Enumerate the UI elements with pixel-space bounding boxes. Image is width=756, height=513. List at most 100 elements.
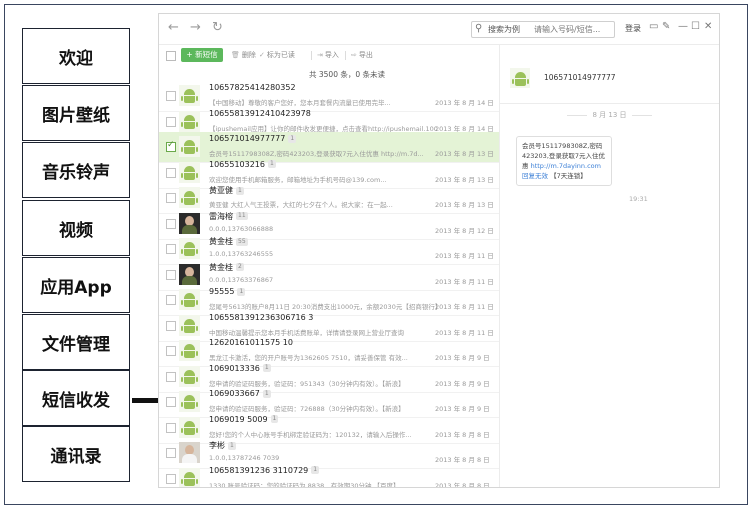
minimize-icon[interactable]: — [678, 21, 688, 32]
message-count-badge: 1 [270, 415, 279, 423]
row-checkbox[interactable] [166, 218, 176, 229]
sender-name: 10657825414280352 [209, 83, 296, 92]
message-suffix: 【7天连锁】 [550, 172, 587, 180]
conversation-number: 106571014977777 [544, 73, 616, 82]
export-icon: ⇨ [351, 51, 357, 59]
settings-icon[interactable]: ✎ [662, 21, 670, 32]
sender-name: 1069019 5009 1 [209, 415, 279, 424]
new-sms-button[interactable]: + 新短信 [181, 48, 223, 62]
sender-name-text: 1069013336 [209, 363, 260, 373]
select-all-checkbox[interactable] [166, 51, 176, 61]
close-icon[interactable]: ✕ [704, 21, 712, 32]
message-preview: 欢迎您使用手机邮箱服务，邮箱地址为手机号码@139.com... [209, 175, 387, 184]
message-date: 2013 年 8 月 9 日 [435, 405, 490, 413]
search-box: ⚲ 搜索为例 [471, 21, 615, 38]
import-button[interactable]: ⇥ 导入 [317, 50, 339, 60]
message-list: 10657825414280352 【中国移动】尊敬的客户您好，您本月套餐内流量已… [159, 81, 499, 488]
message-date: 2013 年 8 月 13 日 [435, 150, 494, 158]
maximize-icon[interactable]: ☐ [691, 21, 700, 32]
import-icon: ⇥ [317, 51, 323, 59]
row-checkbox[interactable] [166, 91, 176, 101]
message-count-badge: 11 [236, 212, 248, 220]
menu-item-label: 图片壁纸 [42, 105, 110, 126]
contact-avatar [179, 212, 200, 234]
message-date: 2013 年 8 月 11 日 [435, 277, 494, 286]
row-checkbox[interactable] [166, 371, 176, 382]
row-checkbox[interactable] [166, 320, 176, 331]
conversation-date: 8 月 13 日 [500, 110, 719, 120]
menu-item-files[interactable]: 文件管理 [22, 314, 130, 370]
android-avatar-icon [179, 289, 200, 310]
refresh-icon[interactable]: ↻ [212, 21, 223, 35]
message-row[interactable]: 106581391236 3110729 1 1330 账号验证码：您的验证码为 8… [159, 464, 499, 488]
message-date: 2013 年 8 月 12 日 [435, 226, 494, 235]
message-date: 2013 年 8 月 11 日 [435, 303, 494, 311]
menu-item-sms[interactable]: 短信收发 [22, 370, 130, 426]
contact-avatar [179, 442, 200, 463]
message-preview: 【中国移动】尊敬的客户您好，您本月套餐内流量已使用完毕... [209, 99, 391, 107]
row-checkbox[interactable] [166, 193, 176, 203]
message-preview: 0.0.0,13763066888 [209, 224, 274, 233]
connector-line [132, 398, 160, 403]
sender-name-text: 1069033667 [209, 389, 260, 398]
android-avatar-icon [510, 68, 530, 88]
sender-name-text: 李彬 [209, 441, 225, 450]
sender-name: 10655103216 1 [209, 160, 276, 169]
message-preview: 您尾号5613的账户8月11日 20:30消费支出1000元，余额2030元【招… [209, 303, 437, 311]
sender-name-text: 12620161011575 10 [209, 338, 293, 347]
row-checkbox[interactable] [166, 397, 176, 407]
search-input[interactable] [534, 23, 612, 35]
back-arrow-icon[interactable]: ← [168, 21, 179, 35]
message-count-badge: 1 [237, 287, 246, 296]
menu-item-contacts[interactable]: 通讯录 [22, 426, 130, 482]
row-checkbox[interactable] [166, 167, 176, 178]
message-count-badge: 2 [236, 263, 244, 271]
message-date: 2013 年 8 月 9 日 [435, 379, 490, 388]
row-checkbox[interactable] [166, 346, 176, 356]
message-preview: 黄亚健 大红人气王投票，大红的七夕在个人。祝大家：在一起... [209, 201, 393, 209]
android-avatar-icon [179, 238, 200, 259]
sender-name-text: 黄亚健 [209, 186, 233, 195]
menu-item-video[interactable]: 视频 [22, 200, 130, 256]
row-checkbox[interactable] [166, 269, 176, 280]
sender-name: 106581391236 3110729 1 [209, 466, 320, 475]
row-checkbox[interactable] [166, 244, 176, 254]
message-icon[interactable]: ▭ [649, 21, 658, 32]
sender-name-text: 1065581391236306716 3 [209, 312, 314, 322]
row-checkbox[interactable]: ✓ [166, 140, 176, 152]
contact-avatar [179, 263, 200, 285]
android-avatar-icon [179, 187, 200, 208]
android-avatar-icon [179, 110, 200, 132]
check-icon: ✓ [167, 140, 175, 150]
sender-name: 106571014977777 1 [209, 134, 297, 143]
mark-read-button[interactable]: ✓ 标为已读 [259, 50, 295, 60]
menu-item-wallpaper[interactable]: 图片壁纸 [22, 85, 130, 141]
row-checkbox[interactable] [166, 473, 176, 484]
export-button[interactable]: ⇨ 导出 [351, 50, 373, 60]
menu-item-welcome[interactable]: 欢迎 [22, 28, 130, 84]
menu-item-ringtones[interactable]: 音乐铃声 [22, 142, 130, 198]
android-avatar-icon [179, 365, 200, 387]
row-checkbox[interactable] [166, 422, 176, 433]
row-checkbox[interactable] [166, 116, 176, 127]
message-date: 2013 年 8 月 8 日 [435, 456, 490, 464]
row-checkbox[interactable] [166, 295, 176, 305]
row-checkbox[interactable] [166, 448, 176, 458]
toolbar-divider [311, 51, 312, 60]
message-count-badge: 55 [236, 237, 248, 246]
message-preview: 1330 账号验证码：您的验证码为 8838，有效期30分钟 【百度】 [209, 481, 400, 488]
menu-item-apps[interactable]: 应用App [22, 257, 130, 313]
login-link[interactable]: 登录 [625, 23, 641, 34]
sender-name: 1065581391236306716 3 [209, 313, 313, 322]
message-count-badge: 1 [288, 134, 297, 143]
message-count-badge: 1 [262, 389, 271, 398]
sender-name: 1069033667 1 [209, 389, 271, 398]
sender-name-text: 95555 [209, 287, 235, 296]
message-count-badge: 1 [228, 441, 236, 450]
menu-item-label: 文件管理 [42, 334, 110, 355]
forward-arrow-icon[interactable]: → [190, 21, 201, 35]
message-date: 2013 年 8 月 13 日 [435, 201, 494, 209]
android-avatar-icon [179, 467, 200, 487]
message-date: 2013 年 8 月 14 日 [435, 124, 494, 133]
delete-button[interactable]: 🗑 删除 [231, 50, 256, 60]
